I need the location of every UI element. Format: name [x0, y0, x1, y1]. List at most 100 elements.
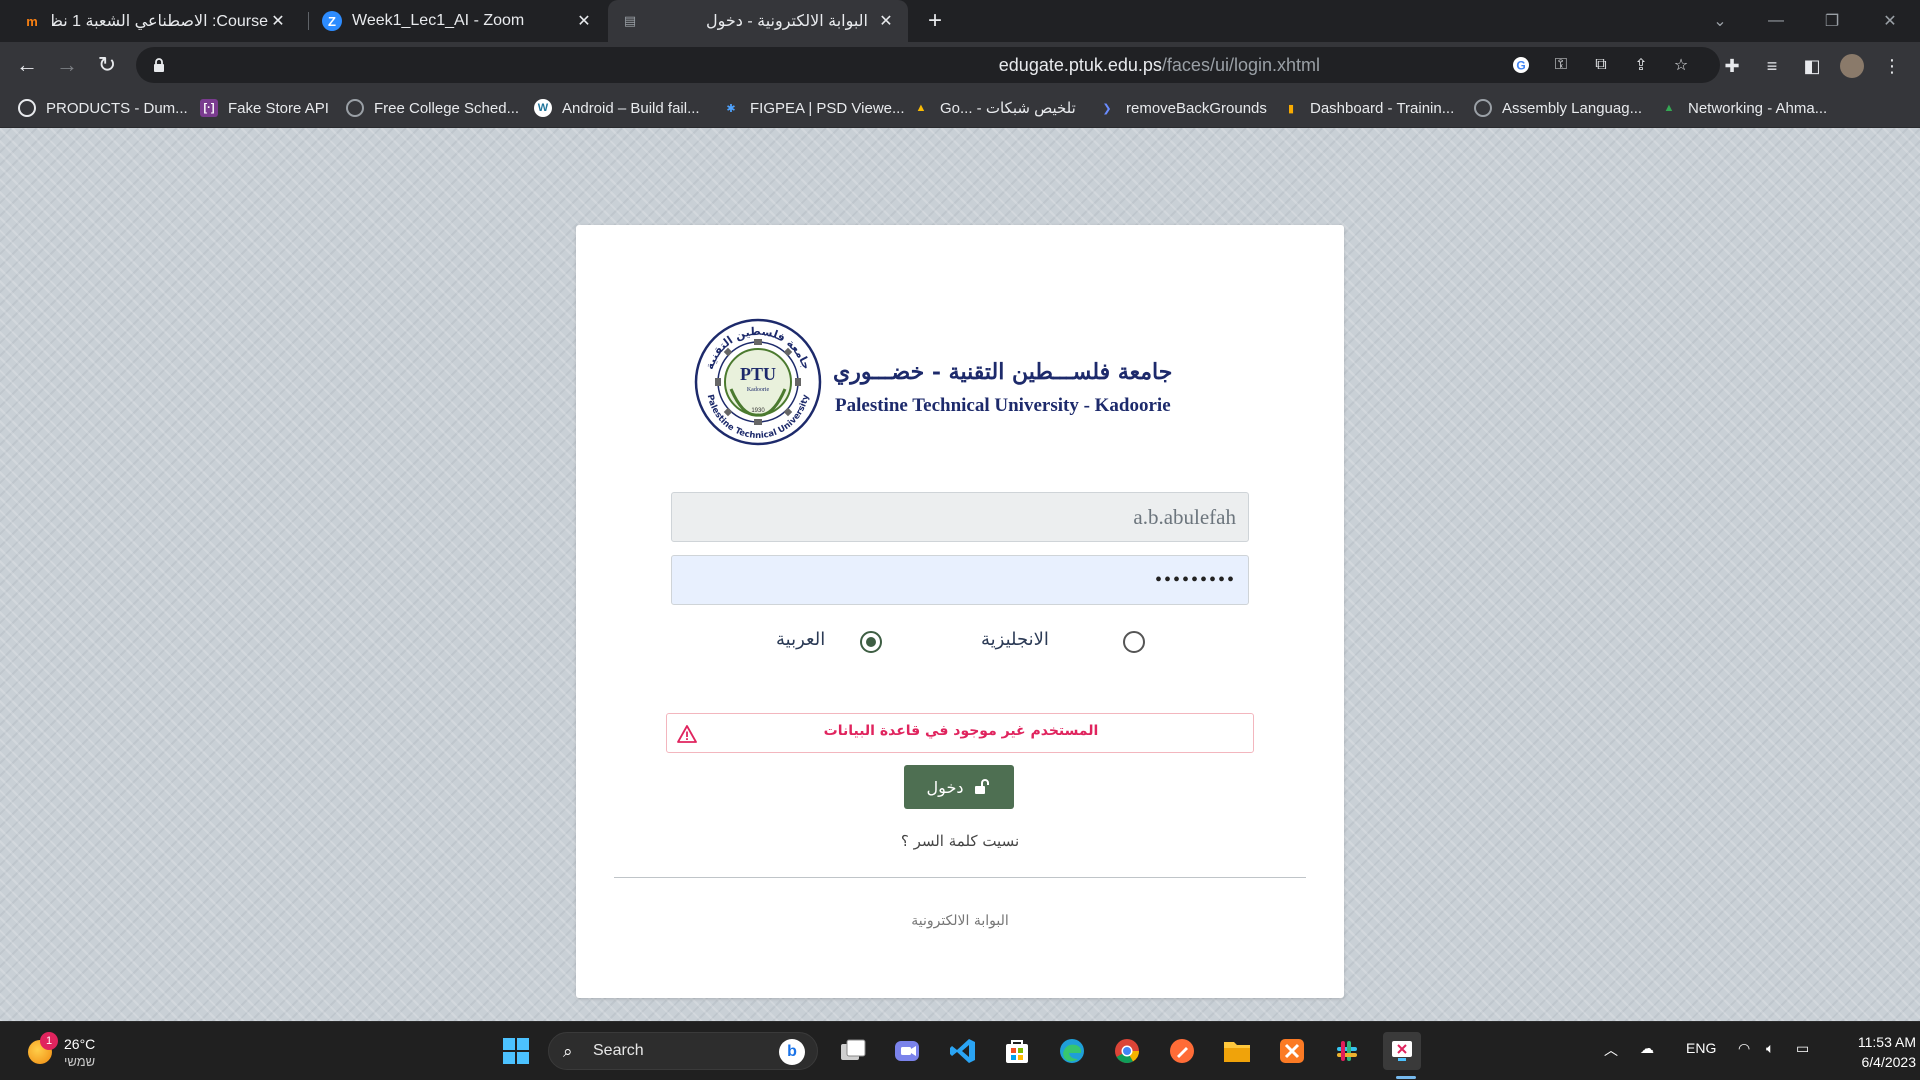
bookmark-item[interactable]: ▲ Go... - تلخيص شبكات — [912, 96, 1076, 120]
bookmark-item[interactable]: ❯ removeBackGrounds — [1098, 96, 1267, 120]
postman-icon[interactable] — [1163, 1032, 1201, 1070]
globe-icon — [346, 99, 364, 117]
side-panel-icon[interactable]: ◧ — [1800, 54, 1824, 78]
language-selector: العربية الانجليزية — [576, 623, 1344, 663]
tab-moodle-course[interactable]: m Course: الاصطناعي الشعبة 1 نظري ✕ — [10, 0, 300, 42]
file-explorer-icon[interactable] — [1218, 1032, 1256, 1070]
bookmark-star-icon[interactable]: ☆ — [1670, 54, 1692, 76]
wifi-icon[interactable]: ◠ — [1738, 1040, 1750, 1057]
url-path: /faces/ui/login.xhtml — [1161, 55, 1320, 75]
tab-search-icon[interactable]: ⌄ — [1692, 0, 1748, 42]
bookmark-label: PRODUCTS - Dum... — [46, 99, 188, 117]
vscode-icon[interactable] — [944, 1032, 982, 1070]
lang-arabic-label[interactable]: العربية — [776, 629, 825, 650]
translate-icon[interactable]: ⧉ — [1590, 54, 1612, 76]
google-drive-icon: ▲ — [915, 102, 927, 114]
microsoft-store-icon[interactable] — [998, 1032, 1036, 1070]
bing-icon[interactable]: b — [779, 1039, 805, 1065]
back-button[interactable]: ← — [12, 50, 42, 80]
close-icon[interactable]: ✕ — [268, 11, 288, 31]
seal-year-text: 1930 — [751, 408, 765, 414]
username-field[interactable]: a.b.abulefah — [671, 492, 1249, 542]
tab-zoom[interactable]: Z Week1_Lec1_AI - Zoom ✕ — [310, 0, 606, 42]
bookmark-item[interactable]: ▮ Dashboard - Trainin... — [1282, 96, 1454, 120]
reload-button[interactable]: ↻ — [92, 50, 122, 80]
bookmark-item[interactable]: ✱ FIGPEA | PSD Viewe... — [722, 96, 905, 120]
tab-edugate-login[interactable]: ▤ البوابة الالكترونية - دخول ✕ — [608, 0, 908, 42]
volume-icon[interactable]: 🔈︎ — [1766, 1040, 1774, 1057]
lock-icon[interactable] — [150, 56, 168, 74]
weather-widget[interactable]: 1 26°C שמשי — [24, 1032, 144, 1072]
bookmark-item[interactable]: ▲ Networking - Ahma... — [1660, 96, 1828, 120]
fakestore-icon: [·] — [200, 99, 218, 117]
bookmark-label: Android – Build fail... — [562, 99, 700, 117]
ptuk-icon: ▤ — [623, 13, 637, 28]
search-label: Search — [593, 1042, 644, 1059]
edge-icon[interactable] — [1053, 1032, 1091, 1070]
onedrive-icon[interactable]: ☁ — [1640, 1040, 1654, 1057]
error-alert: المستخدم غير موجود في قاعدة البيانات — [666, 713, 1254, 753]
google-lens-icon[interactable]: G — [1510, 54, 1532, 76]
password-field[interactable]: ••••••••• — [671, 555, 1249, 605]
system-clock[interactable]: 11:53 AM 6/4/2023 — [1820, 1032, 1916, 1072]
bookmark-item[interactable]: PRODUCTS - Dum... — [18, 96, 188, 120]
forward-button[interactable]: → — [52, 50, 82, 80]
start-button[interactable] — [497, 1032, 535, 1070]
profile-avatar[interactable] — [1840, 54, 1864, 78]
bookmark-label: Free College Sched... — [374, 99, 520, 117]
battery-icon[interactable]: ▭ — [1796, 1040, 1809, 1057]
restore-button[interactable]: ❐ — [1804, 0, 1860, 42]
clock-date: 6/4/2023 — [1861, 1054, 1917, 1070]
browser-toolbar: ← → ↻ edugate.ptuk.edu.ps/faces/ui/login… — [0, 42, 1920, 88]
bookmark-label: Assembly Languag... — [1502, 99, 1643, 117]
bookmark-label: Go... - تلخيص شبكات — [940, 100, 1076, 117]
extensions-icon[interactable]: ✚ — [1720, 54, 1744, 78]
key-icon[interactable]: ⚿ — [1550, 54, 1572, 76]
lang-english-label[interactable]: الانجليزية — [981, 629, 1049, 650]
media-control-icon[interactable]: ≡ — [1760, 54, 1784, 78]
bookmark-item[interactable]: Free College Sched... — [346, 96, 519, 120]
bookmark-item[interactable]: Assembly Languag... — [1474, 96, 1642, 120]
close-icon[interactable]: ✕ — [574, 11, 594, 31]
url-host: edugate.ptuk.edu.ps — [998, 55, 1162, 75]
teams-chat-icon[interactable] — [888, 1032, 926, 1070]
zoom-icon: Z — [322, 11, 342, 31]
svg-text:G: G — [1516, 59, 1525, 73]
bookmark-label: removeBackGrounds — [1126, 99, 1267, 117]
bookmark-label: Fake Store API — [228, 99, 329, 117]
university-logo: جامعة فلسطين التقنية Palestine Technical… — [693, 317, 1193, 453]
lang-arabic-radio[interactable] — [860, 631, 882, 653]
xampp-icon[interactable] — [1273, 1032, 1311, 1070]
lang-english-radio[interactable] — [1123, 631, 1145, 653]
forgot-password-link[interactable]: نسيت كلمة السر ؟ — [576, 832, 1344, 850]
bookmark-label: FIGPEA | PSD Viewe... — [750, 99, 905, 117]
notification-badge: 1 — [40, 1032, 58, 1050]
bookmark-label: Dashboard - Trainin... — [1310, 99, 1455, 117]
input-language[interactable]: ENG — [1686, 1040, 1716, 1056]
share-icon[interactable]: ⇪ — [1630, 54, 1652, 76]
error-message: المستخدم غير موجود في قاعدة البيانات — [823, 723, 1099, 739]
slack-icon[interactable] — [1328, 1032, 1366, 1070]
wordpress-icon: W — [534, 99, 552, 117]
bookmark-item[interactable]: W Android – Build fail... — [534, 96, 700, 120]
page-background: جامعة فلسطين التقنية Palestine Technical… — [0, 128, 1920, 1021]
close-icon[interactable]: ✕ — [876, 11, 896, 31]
bookmark-item[interactable]: [·] Fake Store API — [200, 96, 329, 120]
task-view-icon[interactable] — [834, 1032, 872, 1070]
new-tab-button[interactable]: + — [920, 6, 950, 36]
show-hidden-icons[interactable]: ︿ — [1604, 1040, 1618, 1060]
windows-logo-icon — [503, 1038, 529, 1064]
tab-title: Course: الاصطناعي الشعبة 1 نظري — [52, 13, 268, 30]
snipping-tool-icon[interactable] — [1383, 1032, 1421, 1070]
chrome-icon[interactable] — [1108, 1032, 1146, 1070]
url-text[interactable]: edugate.ptuk.edu.ps/faces/ui/login.xhtml — [720, 55, 1320, 76]
ptuk-seal-icon: جامعة فلسطين التقنية Palestine Technical… — [694, 318, 822, 446]
minimize-button[interactable]: — — [1748, 0, 1804, 42]
address-bar[interactable]: edugate.ptuk.edu.ps/faces/ui/login.xhtml… — [136, 47, 1720, 83]
divider — [614, 877, 1306, 878]
login-button[interactable]: دخول — [904, 765, 1014, 809]
close-window-button[interactable]: ✕ — [1862, 0, 1918, 42]
tab-strip: m Course: الاصطناعي الشعبة 1 نظري ✕ Z We… — [0, 0, 1920, 42]
taskbar-search[interactable]: ⌕ Search b — [548, 1032, 818, 1070]
menu-kebab-icon[interactable]: ⋮ — [1880, 54, 1904, 78]
